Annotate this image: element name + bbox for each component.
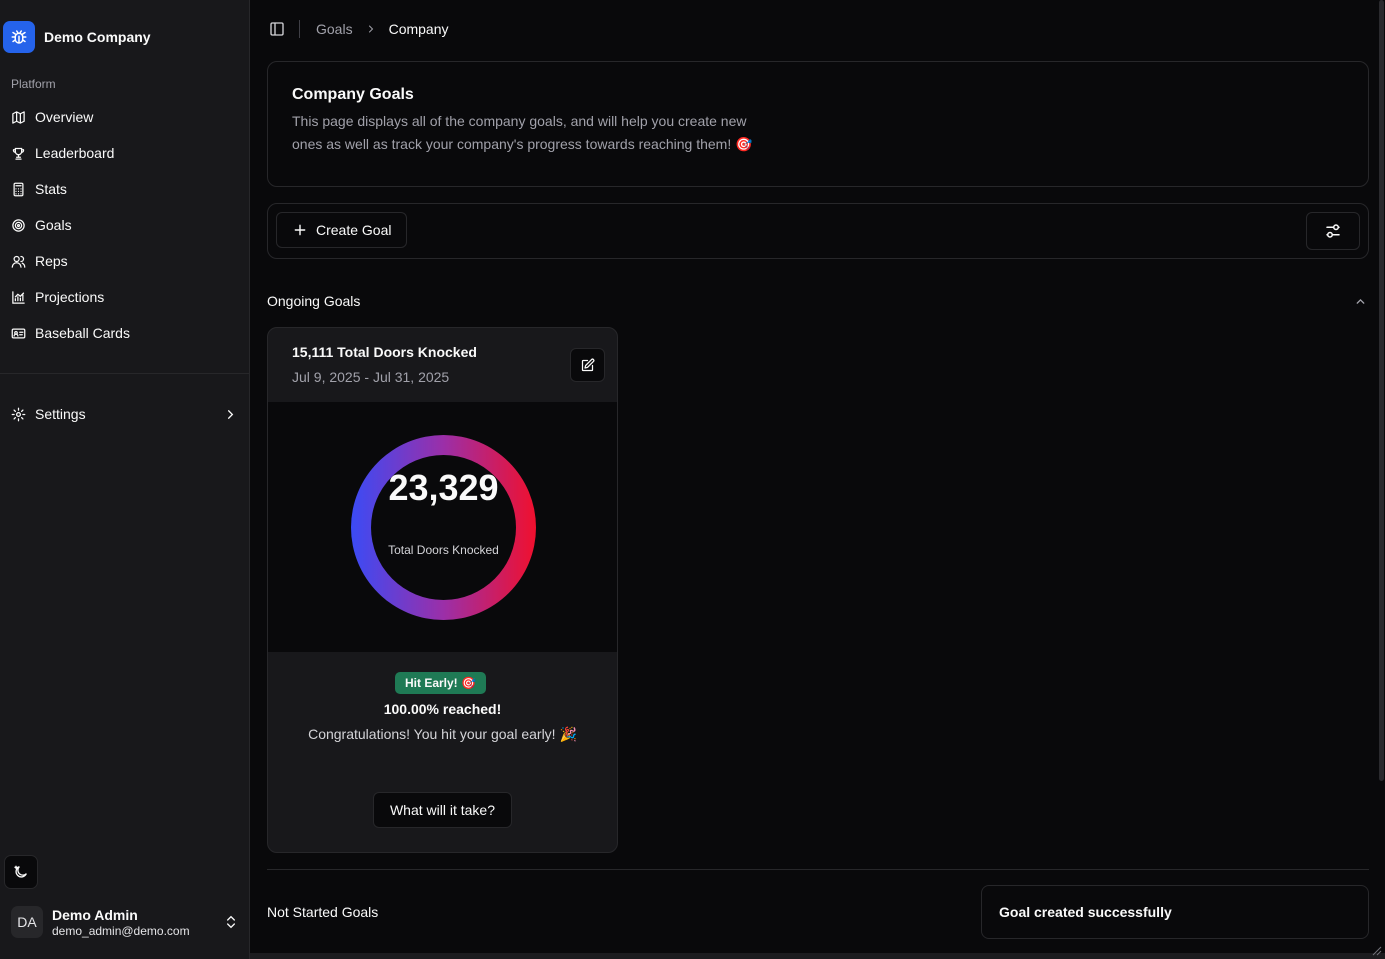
gear-icon: [11, 407, 26, 421]
sidebar-item-baseball-cards[interactable]: Baseball Cards: [4, 315, 244, 351]
create-goal-button[interactable]: Create Goal: [276, 212, 408, 248]
sidebar-item-leaderboard[interactable]: Leaderboard: [4, 135, 244, 171]
sidebar-item-label: Projections: [35, 289, 105, 305]
progress-ring: [351, 435, 536, 620]
group-label: Platform: [11, 77, 56, 91]
sidebar-item-reps[interactable]: Reps: [4, 243, 244, 279]
sidebar-item-label: Baseball Cards: [35, 325, 130, 341]
brand[interactable]: Demo Company: [3, 21, 151, 53]
sidebar-item-projections[interactable]: Projections: [4, 279, 244, 315]
what-will-it-take-button[interactable]: What will it take?: [373, 792, 512, 828]
user-name: Demo Admin: [52, 906, 138, 923]
chevron-right-icon: [228, 409, 234, 419]
trophy-icon: [12, 147, 25, 160]
create-goal-label: Create Goal: [316, 222, 392, 238]
not-started-goals-label: Not Started Goals: [267, 904, 379, 920]
avatar: DA: [11, 906, 43, 938]
sidebar: Demo Company Platform Overview Leaderboa…: [0, 0, 250, 959]
moon-icon: [14, 865, 27, 878]
ongoing-goals-label: Ongoing Goals: [267, 293, 361, 309]
toast-notification[interactable]: Goal created successfully: [981, 885, 1369, 939]
sidebar-item-overview[interactable]: Overview: [4, 99, 244, 135]
sidebar-item-label: Reps: [35, 253, 68, 269]
sidebar-item-label: Goals: [35, 217, 72, 233]
edit-icon: [581, 358, 595, 371]
user-menu[interactable]: DA Demo Admin demo_admin@demo.com: [11, 906, 239, 938]
goal-title: 15,111 Total Doors Knocked: [292, 344, 477, 360]
calculator-icon: [13, 182, 24, 196]
goal-progress-chart: 23,329 Total Doors Knocked: [268, 402, 617, 652]
sidebar-item-stats[interactable]: Stats: [4, 171, 244, 207]
sidebar-nav: Overview Leaderboard Stats Goals Reps Pr…: [4, 99, 244, 351]
sidebar-item-settings[interactable]: Settings: [4, 396, 238, 432]
sidebar-item-label: Overview: [35, 109, 94, 125]
user-email: demo_admin@demo.com: [52, 923, 190, 938]
chevrons-up-down-icon: [227, 915, 235, 929]
sidebar-item-label: Leaderboard: [35, 145, 115, 161]
app: Demo Company Platform Overview Leaderboa…: [0, 0, 1385, 959]
edit-goal-button[interactable]: [570, 348, 605, 382]
breadcrumb-goals[interactable]: Goals: [316, 21, 353, 37]
progress-value: 23,329: [388, 467, 499, 508]
sidebar-item-goals[interactable]: Goals: [4, 207, 244, 243]
sidebar-toggle-icon[interactable]: [269, 21, 285, 37]
chevron-right-icon: [368, 25, 373, 33]
users-icon: [11, 255, 26, 268]
settings-label: Settings: [35, 406, 86, 422]
sidebar-divider: [0, 373, 250, 374]
progress-value-label: Total Doors Knocked: [388, 543, 499, 557]
scrollbar[interactable]: [1379, 0, 1384, 781]
map-icon: [12, 110, 25, 124]
breadcrumb: Goals Company: [316, 21, 449, 37]
bottom-strip: [250, 953, 1385, 959]
sidebar-item-label: Stats: [35, 181, 67, 197]
breadcrumb-company: Company: [388, 21, 449, 37]
bug-icon: [3, 21, 35, 53]
section-divider: [267, 869, 1369, 870]
goals-toolbar: Create Goal: [267, 203, 1369, 259]
plus-icon: [294, 224, 306, 236]
page-title: Company Goals: [292, 86, 414, 103]
user-info: Demo Admin demo_admin@demo.com: [52, 907, 190, 938]
chart-icon: [12, 290, 25, 304]
brand-name: Demo Company: [44, 29, 151, 45]
reached-text: 100.00% reached!: [383, 701, 502, 717]
header-separator: [299, 20, 300, 38]
intro-card: Company Goals This page displays all of …: [267, 61, 1369, 187]
resize-grip-icon[interactable]: [1370, 944, 1382, 956]
header: Goals Company: [250, 0, 1385, 58]
filter-button[interactable]: [1306, 212, 1360, 250]
status-badge: Hit Early! 🎯: [395, 672, 486, 694]
id-card-icon: [11, 328, 26, 338]
theme-toggle-button[interactable]: [4, 855, 38, 889]
congrats-text: Congratulations! You hit your goal early…: [308, 726, 577, 742]
goal-dates: Jul 9, 2025 - Jul 31, 2025: [292, 369, 450, 385]
target-icon: [12, 218, 25, 232]
page-description: This page displays all of the company go…: [292, 113, 753, 152]
goal-card: 15,111 Total Doors Knocked Jul 9, 2025 -…: [267, 327, 618, 853]
goal-card-header: 15,111 Total Doors Knocked Jul 9, 2025 -…: [268, 328, 617, 402]
sliders-icon: [1326, 224, 1340, 238]
chevron-up-icon[interactable]: [1354, 295, 1367, 308]
